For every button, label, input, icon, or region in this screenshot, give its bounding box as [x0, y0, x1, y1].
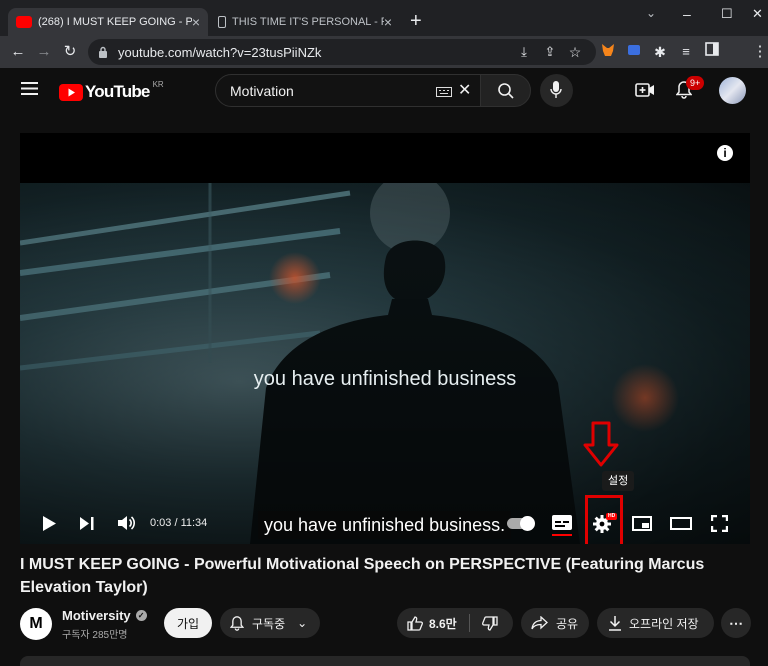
- volume-icon[interactable]: [118, 515, 135, 531]
- video-frame: you have unfinished business you have un…: [20, 183, 750, 544]
- more-horizontal-icon: ⋯: [729, 614, 743, 631]
- play-icon[interactable]: [42, 516, 56, 531]
- video-player[interactable]: i you have unfinished business you have …: [20, 133, 750, 544]
- search-icon: [498, 83, 514, 99]
- like-divider: [469, 614, 470, 632]
- channel-name: Motiversity: [62, 608, 131, 623]
- info-icon[interactable]: i: [717, 145, 733, 161]
- tab-search-chevron-icon[interactable]: ⌄: [646, 6, 656, 20]
- theater-mode-icon[interactable]: [670, 517, 692, 530]
- thumbs-up-icon: [407, 615, 423, 631]
- new-tab-button[interactable]: +: [410, 10, 422, 33]
- offline-save-label: 오프라인 저장: [629, 616, 699, 631]
- subscribed-button[interactable]: 구독중 ⌄: [220, 608, 320, 638]
- channel-logo[interactable]: M: [20, 608, 52, 640]
- settings-tooltip: 설정: [602, 471, 635, 491]
- miniplayer-icon[interactable]: [632, 516, 652, 531]
- tab-title: (268) I MUST KEEP GOING - Pow: [38, 16, 192, 28]
- forward-arrow-icon[interactable]: →: [34, 42, 54, 62]
- hamburger-menu-icon[interactable]: [21, 82, 38, 100]
- share-arrow-icon: [531, 616, 548, 630]
- tab-close-icon[interactable]: ×: [192, 14, 200, 30]
- share-page-icon[interactable]: ⇪: [540, 42, 560, 62]
- next-video-icon[interactable]: [80, 517, 94, 530]
- download-button[interactable]: 오프라인 저장: [597, 608, 714, 638]
- like-dislike-group: 8.6만: [397, 608, 513, 638]
- share-label: 공유: [556, 616, 579, 631]
- keyboard-icon[interactable]: [436, 84, 452, 102]
- bookmark-star-icon[interactable]: ☆: [565, 42, 585, 62]
- create-video-icon[interactable]: [635, 82, 655, 103]
- bell-icon: [230, 615, 244, 631]
- verified-check-icon: ✓: [135, 610, 147, 621]
- tab-title: THIS TIME IT'S PERSONAL - Pow: [232, 16, 384, 28]
- browser-tab-active[interactable]: (268) I MUST KEEP GOING - Pow ×: [8, 8, 208, 36]
- voice-search-button[interactable]: [540, 74, 573, 107]
- extensions-puzzle-icon[interactable]: ✱: [650, 42, 670, 62]
- boxing-ring-scene: [20, 183, 750, 544]
- browser-tab[interactable]: THIS TIME IT'S PERSONAL - Pow ×: [210, 8, 400, 36]
- youtube-wordmark: YouTube: [85, 82, 150, 101]
- download-icon: [609, 615, 621, 631]
- page-favicon-icon: [218, 16, 226, 28]
- chevron-down-icon: ⌄: [297, 616, 308, 630]
- like-count: 8.6만: [429, 616, 457, 631]
- video-title: I MUST KEEP GOING - Powerful Motivationa…: [20, 556, 705, 596]
- extension-icon[interactable]: [624, 42, 644, 62]
- clear-search-icon[interactable]: ✕: [458, 80, 471, 100]
- subtitles-active-indicator: [552, 534, 572, 536]
- subscriber-count: 구독자 285만명: [62, 630, 128, 641]
- browser-tab-strip: (268) I MUST KEEP GOING - Pow × THIS TIM…: [0, 0, 768, 36]
- youtube-play-logo-icon: [59, 83, 83, 101]
- autoplay-toggle[interactable]: [507, 516, 535, 531]
- notification-count-badge: 9+: [686, 76, 705, 90]
- youtube-header: YouTube KR Motivation ✕ 9+: [0, 68, 768, 114]
- region-code: KR: [152, 79, 164, 89]
- back-arrow-icon[interactable]: ←: [8, 42, 28, 62]
- youtube-favicon-icon: [16, 16, 32, 28]
- browser-menu-icon[interactable]: ⋮: [750, 42, 768, 62]
- reload-icon[interactable]: ↻: [60, 42, 80, 62]
- join-label: 가입: [176, 616, 200, 631]
- time-display: 0:03 / 11:34: [150, 517, 208, 529]
- url-text: youtube.com/watch?v=23tusPiiNZk: [118, 44, 322, 60]
- subtitles-icon[interactable]: [552, 515, 572, 530]
- lock-icon: [99, 46, 107, 58]
- microphone-icon: [550, 81, 562, 98]
- subtitle-text: you have unfinished business.: [258, 511, 512, 539]
- burned-in-caption: you have unfinished business: [253, 368, 517, 390]
- description-box[interactable]: [20, 656, 750, 666]
- thumbs-down-icon[interactable]: [482, 616, 498, 631]
- youtube-logo[interactable]: YouTube KR: [59, 79, 164, 102]
- close-window-button[interactable]: ✕: [752, 6, 763, 22]
- tab-close-icon[interactable]: ×: [384, 14, 392, 30]
- search-value: Motivation: [230, 82, 294, 99]
- maximize-button[interactable]: ☐: [721, 6, 733, 22]
- join-button[interactable]: 가입: [164, 608, 212, 638]
- share-button[interactable]: 공유: [521, 608, 589, 638]
- side-panel-icon[interactable]: [702, 42, 722, 62]
- metamask-extension-icon[interactable]: [598, 42, 618, 62]
- install-app-icon[interactable]: ⤓: [514, 42, 534, 62]
- settings-highlight-box: [585, 495, 623, 544]
- channel-name-row[interactable]: Motiversity ✓: [62, 608, 147, 623]
- more-actions-button[interactable]: ⋯: [721, 608, 751, 638]
- search-button[interactable]: [480, 74, 531, 107]
- red-down-arrow-annotation-icon: [583, 421, 619, 467]
- channel-avatar[interactable]: [719, 77, 746, 104]
- fullscreen-icon[interactable]: [711, 515, 728, 532]
- browser-toolbar: ← → ↻ youtube.com/watch?v=23tusPiiNZk ⤓ …: [0, 36, 768, 98]
- minimize-button[interactable]: –: [683, 6, 691, 22]
- like-button[interactable]: 8.6만: [407, 615, 457, 632]
- subscribed-label: 구독중: [252, 616, 286, 631]
- media-queue-icon[interactable]: ≡: [676, 42, 696, 62]
